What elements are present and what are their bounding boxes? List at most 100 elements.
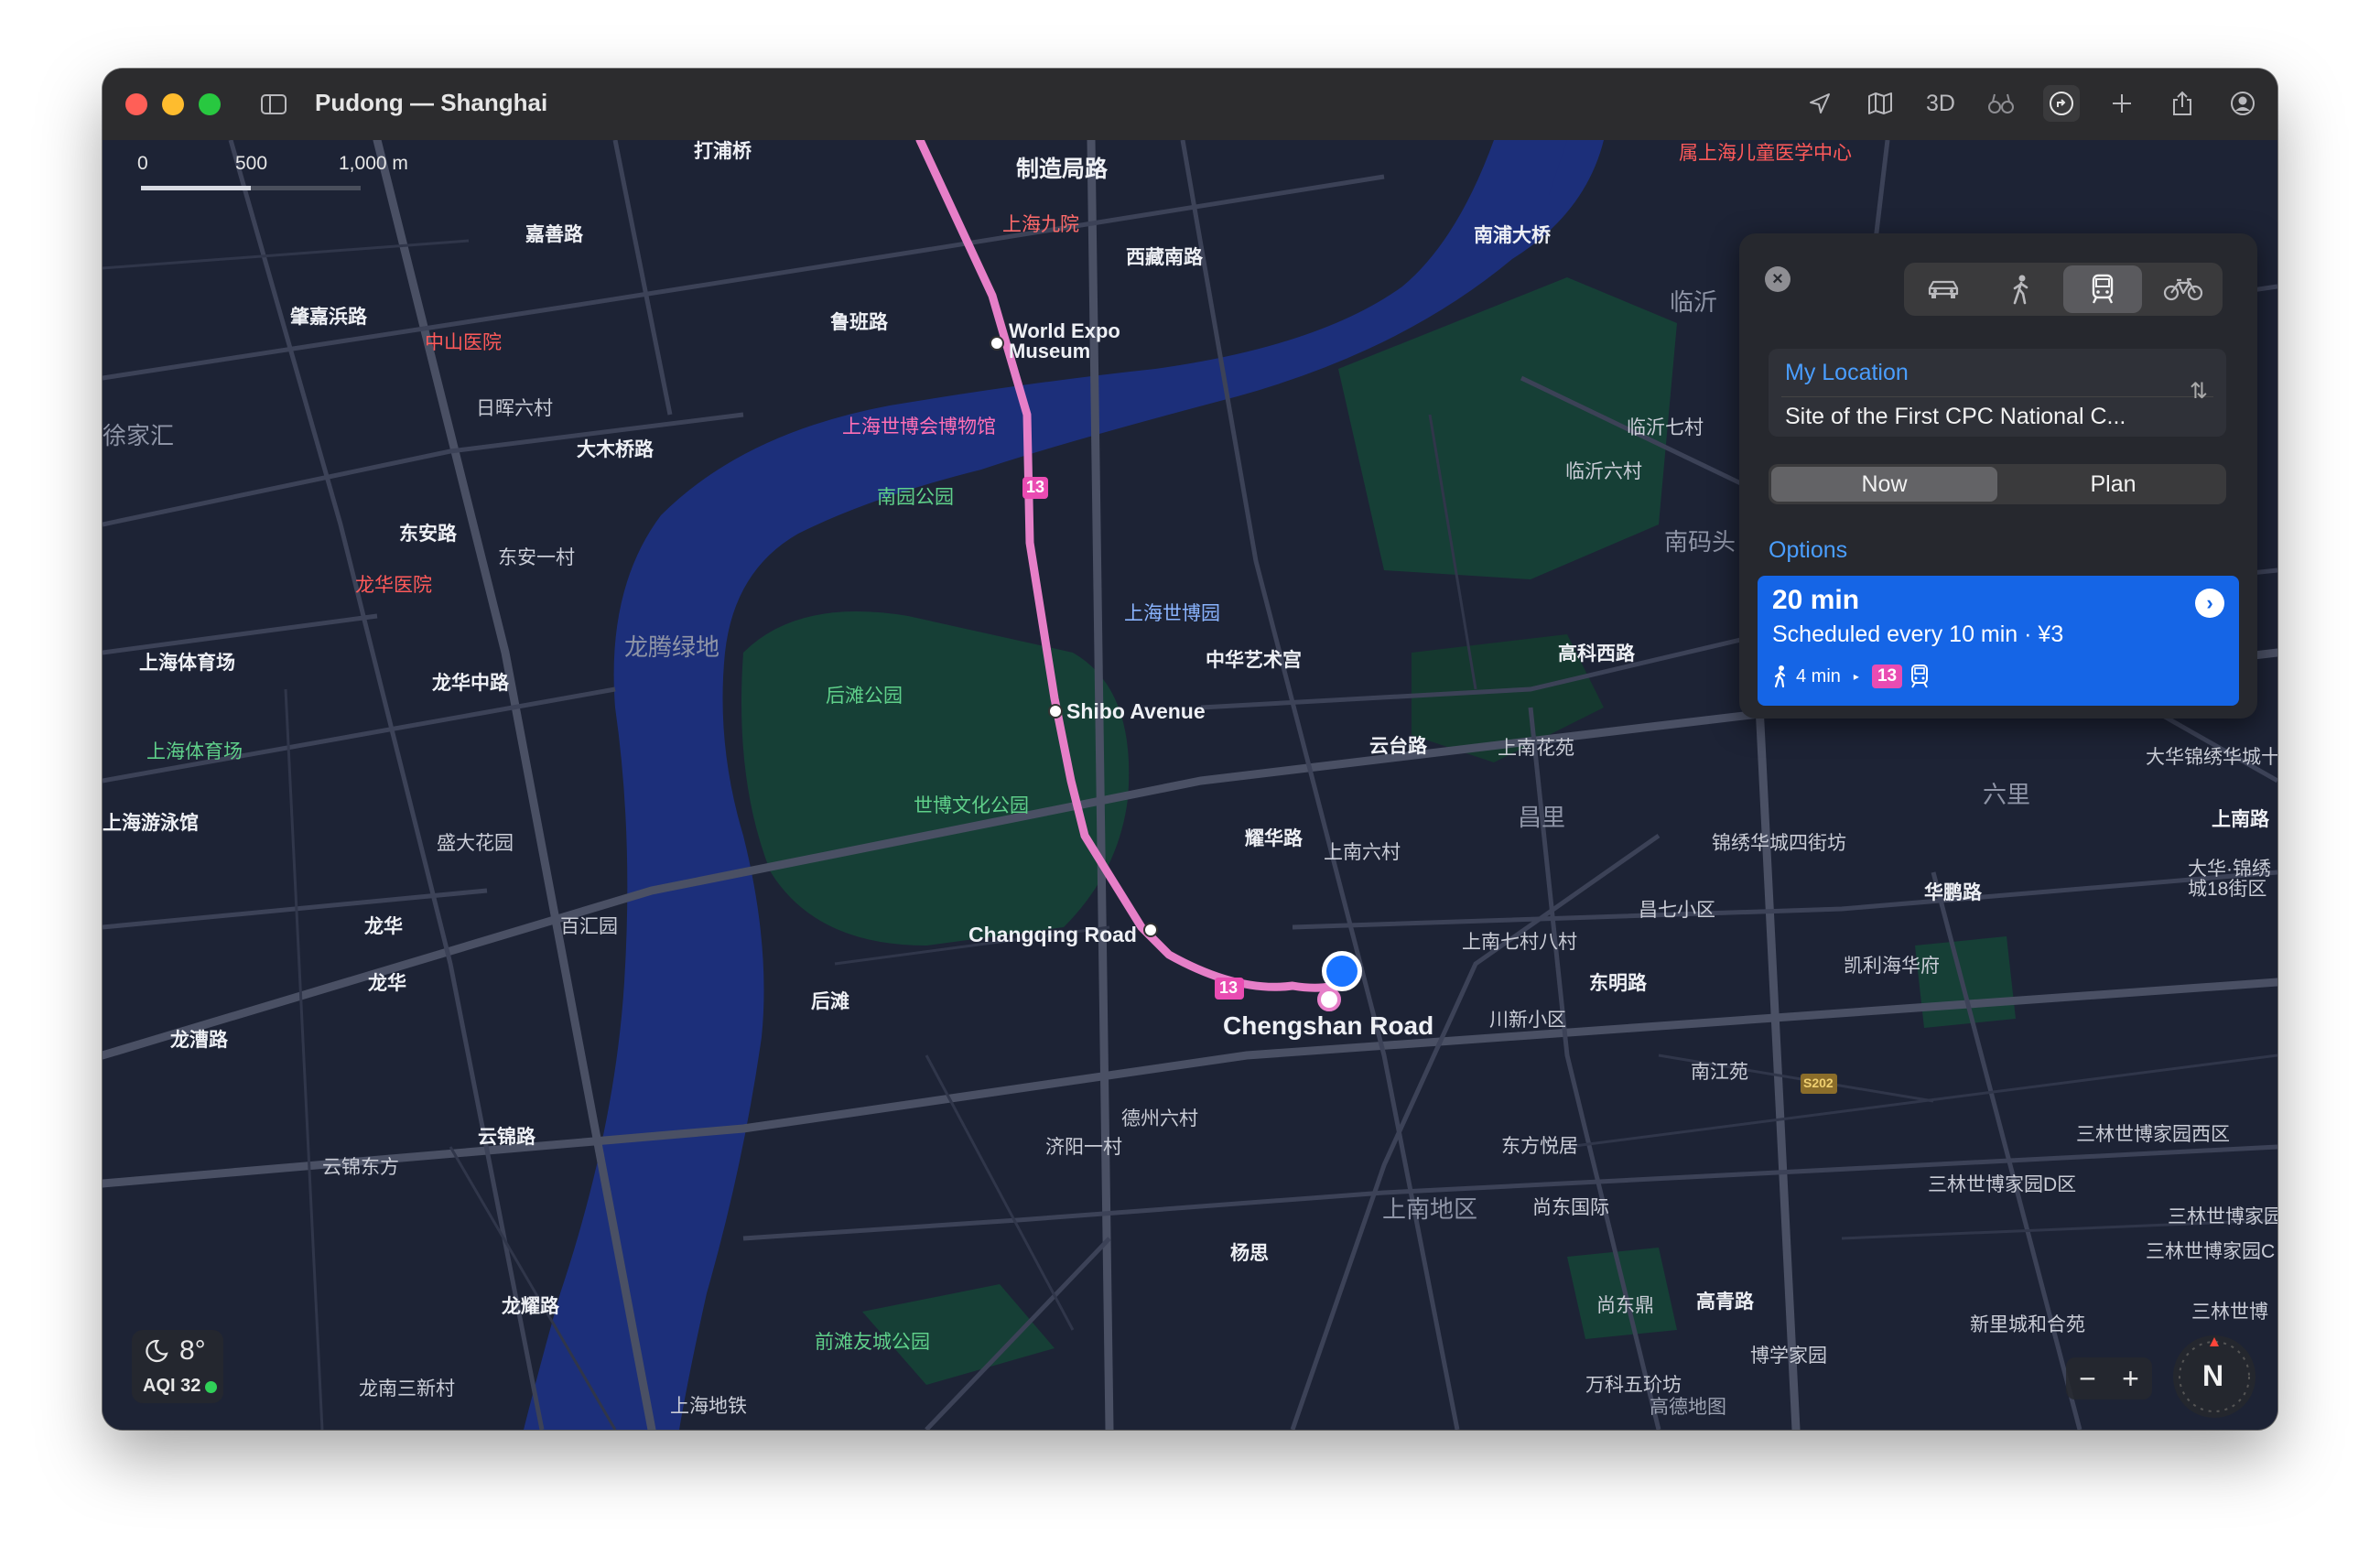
map-label: 三林世博家园C (2146, 1241, 2276, 1262)
minimize-window-button[interactable] (162, 93, 184, 115)
account-icon[interactable] (2224, 85, 2261, 122)
zoom-window-button[interactable] (199, 93, 221, 115)
map-label: 东安一村 (498, 547, 575, 568)
route-schedule: Scheduled every 10 min · ¥3 (1772, 621, 2064, 647)
map-label: 华鹏路 (1924, 882, 1982, 903)
map-label: 大华锦绣华城十 (2146, 747, 2277, 768)
route-steps: 4 min ▸ 13 (1772, 664, 1930, 689)
cycle-mode-button[interactable] (2145, 263, 2223, 316)
origin-field[interactable]: My Location (1785, 360, 1909, 386)
bicycle-icon (2164, 277, 2203, 301)
map-label: 中华艺术宫 (1206, 650, 1302, 671)
map-label: 云锦东方 (322, 1157, 399, 1178)
route-option-card[interactable]: 20 min Scheduled every 10 min · ¥3 4 min… (1758, 576, 2239, 706)
step-arrow-icon: ▸ (1853, 670, 1859, 683)
window-title: Pudong — Shanghai (315, 89, 548, 116)
options-link[interactable]: Options (1769, 537, 1847, 564)
map-label: 龙华 (368, 973, 406, 994)
add-icon[interactable] (2104, 85, 2140, 122)
map-label: 上南花苑 (1498, 738, 1574, 759)
sidebar-toggle-icon[interactable] (260, 91, 287, 118)
train-icon (2092, 274, 2113, 304)
toolbar: 3D (1801, 85, 2261, 122)
map-label: 龙华中路 (432, 673, 509, 694)
plan-button[interactable]: Plan (2000, 464, 2226, 504)
destination-field[interactable]: Site of the First CPC National C... (1785, 404, 2126, 430)
map-label: 耀华路 (1245, 828, 1303, 849)
map-label: 后滩公园 (826, 686, 903, 707)
map-label: 三林世博家园西区 (2076, 1124, 2230, 1145)
map-label: 上南路 (2212, 809, 2269, 830)
map-mode-icon[interactable] (1862, 85, 1899, 122)
time-selector: Now Plan (1769, 464, 2226, 504)
map-label: Chengshan Road (1223, 1011, 1434, 1040)
metro-line-badge: 13 (1219, 978, 1239, 997)
map-label: 城18街区 (2188, 879, 2267, 900)
map-label: 昌里 (1518, 804, 1566, 831)
map-label: 中山医院 (425, 332, 502, 353)
highway-badge: S202 (1803, 1075, 1834, 1090)
map-label: 高德地图 (1650, 1397, 1726, 1418)
location-arrow-icon[interactable] (1801, 85, 1838, 122)
map-label: 上海世博园 (1124, 603, 1220, 624)
transit-mode-button[interactable] (2063, 265, 2142, 313)
map-label: 打浦桥 (694, 141, 752, 162)
map-label: 上海游泳馆 (103, 813, 199, 834)
compass[interactable]: N (2173, 1335, 2256, 1418)
maps-window: Pudong — Shanghai 3D 0 500 1,000 m 制造局路 … (103, 69, 2277, 1430)
route-endpoints: My Location Site of the First CPC Nation… (1769, 349, 2226, 437)
map-label: 三林世博 (2191, 1302, 2268, 1323)
map-label: 龙腾绿地 (624, 633, 720, 661)
map-label: 龙漕路 (170, 1030, 228, 1051)
map-label: 属上海儿童医学中心 (1679, 143, 1852, 164)
map-label: 日晖六村 (476, 398, 553, 419)
zoom-in-button[interactable]: + (2109, 1357, 2152, 1399)
drive-mode-button[interactable] (1904, 263, 1983, 316)
share-icon[interactable] (2164, 85, 2201, 122)
map-label: 南码头 (1664, 528, 1736, 556)
close-panel-button[interactable]: × (1765, 266, 1790, 292)
swap-route-icon[interactable]: ⇅ (2190, 378, 2208, 405)
title-bar: Pudong — Shanghai 3D (103, 69, 2277, 141)
close-window-button[interactable] (125, 93, 147, 115)
map-label: 南浦大桥 (1474, 225, 1551, 246)
map-label: 大木桥路 (577, 439, 654, 460)
route-details-chevron-icon[interactable]: › (2195, 589, 2224, 618)
directions-panel: × My Location Site of the First CPC Nati… (1739, 233, 2257, 719)
map-label: 高科西路 (1558, 643, 1635, 665)
map-label: 前滩友城公园 (815, 1332, 930, 1353)
map-label: 后滩 (811, 991, 849, 1012)
map-label: 上南六村 (1324, 842, 1401, 863)
compass-north: N (2202, 1359, 2224, 1392)
map-label: 制造局路 (1016, 157, 1109, 182)
now-button[interactable]: Now (1771, 467, 1997, 502)
map-label: 龙华医院 (355, 575, 432, 596)
map-label: 上海体育场 (146, 741, 243, 762)
map-canvas[interactable]: 0 500 1,000 m 制造局路 上海九院 西藏南路 嘉善路 肇嘉浜路 鲁班… (103, 140, 2277, 1430)
walk-mode-button[interactable] (1983, 263, 2061, 316)
divider (1781, 396, 2213, 397)
map-label: 上海世博会博物馆 (842, 416, 996, 438)
zoom-out-button[interactable]: − (2066, 1357, 2109, 1399)
train-icon (1911, 665, 1929, 688)
transport-mode-selector (1904, 263, 2223, 316)
map-label: 龙南三新村 (359, 1378, 455, 1399)
map-label: 云锦路 (478, 1127, 536, 1148)
scale-mid: 500 (235, 153, 268, 174)
map-label: 东安路 (399, 524, 457, 545)
map-label: 东方悦居 (1501, 1136, 1578, 1157)
map-label: 嘉善路 (525, 224, 583, 245)
aqi: AQI 32 (143, 1376, 201, 1396)
map-label: Museum (1009, 340, 1091, 362)
map-label: 上南七村八村 (1462, 932, 1577, 953)
moon-cloud-icon (146, 1339, 168, 1363)
weather-widget[interactable]: 8° AQI 32 (132, 1330, 223, 1403)
map-label: 博学家园 (1750, 1345, 1827, 1367)
walk-icon (1774, 665, 1786, 688)
map-label: 肇嘉浜路 (290, 307, 367, 328)
map-label: 盛大花园 (437, 833, 514, 854)
temperature: 8° (179, 1335, 206, 1366)
directions-icon[interactable] (2043, 85, 2080, 122)
view-3d-button[interactable]: 3D (1922, 85, 1959, 122)
look-around-icon[interactable] (1983, 85, 2019, 122)
